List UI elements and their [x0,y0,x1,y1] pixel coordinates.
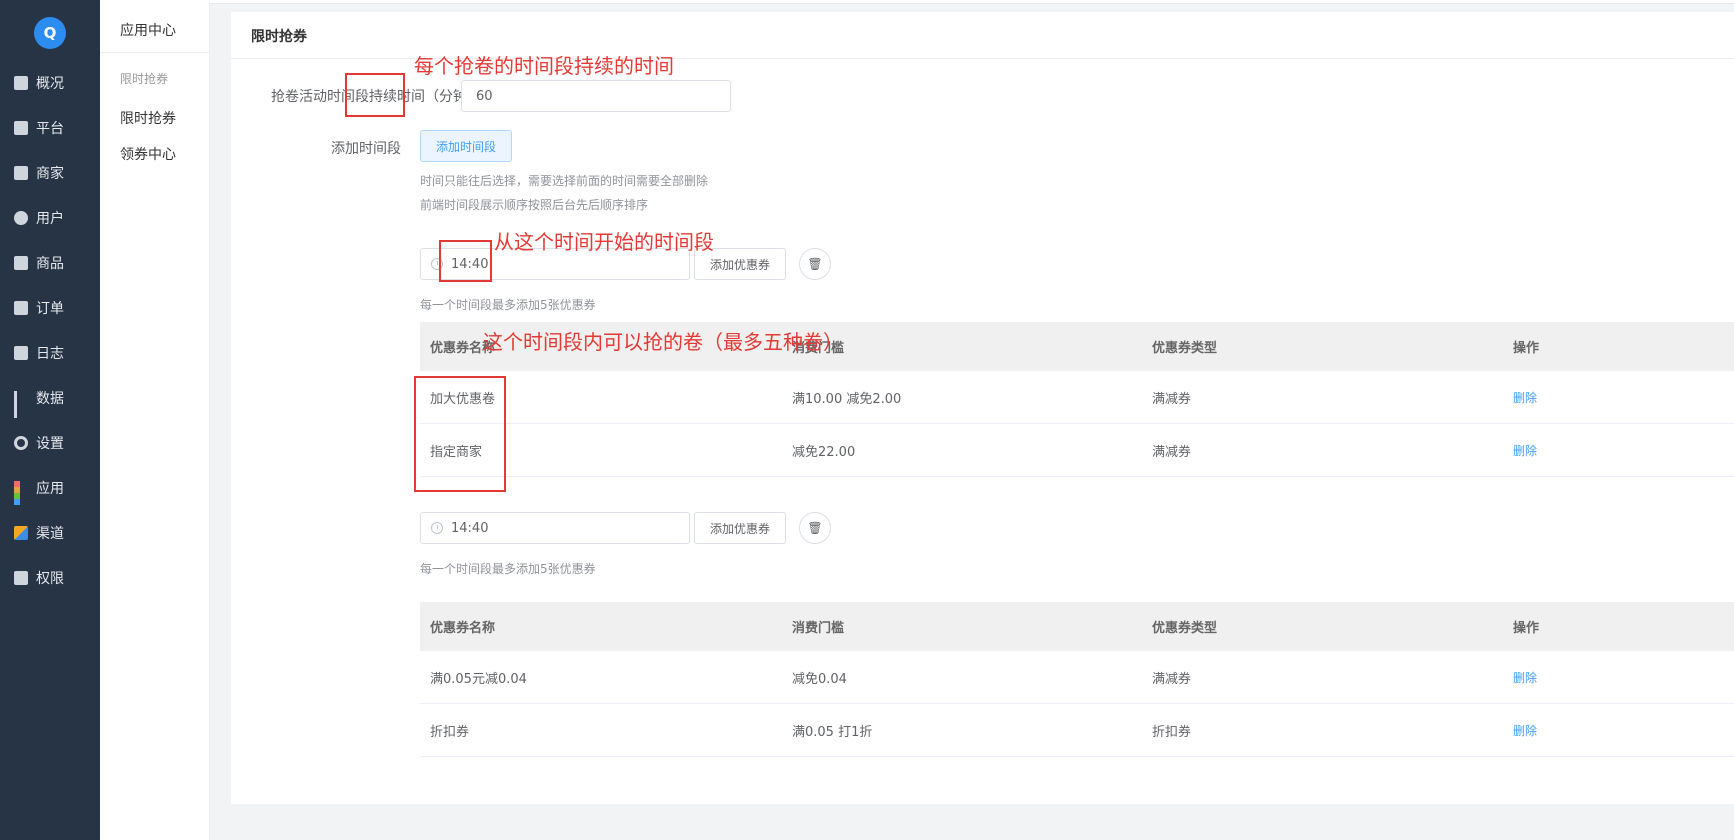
sidebar-item-overview[interactable]: 概况 [0,68,100,98]
add-period-button[interactable]: 添加时间段 [420,130,512,162]
subnav-item-flash-coupon[interactable]: 限时抢券 [120,108,176,128]
main-sidebar: Q 概况 平台 商家 用户 商品 订单 日志 数据 设置 应用 渠道 权限 [0,0,100,840]
sidebar-item-product[interactable]: 商品 [0,248,100,278]
bar-chart-icon [14,391,28,418]
sidebar-item-label: 权限 [36,571,64,587]
coupon-threshold: 满10.00 减免2.00 [792,391,902,407]
clock-icon [431,522,443,534]
coupon-threshold: 减免0.04 [792,671,847,687]
sidebar-item-data[interactable]: 数据 [0,383,100,418]
trash-icon: 🗑 [807,521,823,535]
divider [100,52,210,53]
add-coupon-button[interactable]: 添加优惠券 [694,512,786,544]
product-icon [14,256,28,270]
period-time-picker[interactable]: 14:40 [420,512,690,544]
hint-text: 前端时间段展示顺序按照后台先后顺序排序 [420,198,649,212]
col-header: 操作 [1513,341,1540,356]
coupon-type: 满减券 [1152,391,1192,407]
log-icon [14,346,28,360]
coupon-threshold: 减免22.00 [792,444,856,460]
subnav-item-coupon-center[interactable]: 领券中心 [120,144,176,164]
annotation-box-time [439,240,492,282]
col-header: 消费门槛 [792,621,845,636]
apps-grid-icon [14,481,28,505]
coupon-table: 优惠券名称 消费门槛 优惠券类型 操作 满0.05元减0.04 减免0.04 满… [420,602,1734,757]
coupon-type: 满减券 [1152,671,1192,687]
delete-coupon-link[interactable]: 删除 [1513,389,1537,406]
user-icon [14,211,28,225]
sidebar-item-log[interactable]: 日志 [0,338,100,368]
period-time-value: 14:40 [451,520,489,536]
sidebar-item-platform[interactable]: 平台 [0,113,100,143]
store-icon [14,166,28,180]
sidebar-item-label: 数据 [36,391,64,407]
table-row: 加大优惠卷 满10.00 减免2.00 满减券 删除 [420,371,1734,424]
delete-coupon-link[interactable]: 删除 [1513,442,1537,459]
col-header: 优惠券名称 [430,621,496,636]
sidebar-item-label: 概况 [36,76,64,92]
sidebar-item-label: 日志 [36,346,64,362]
table-row: 指定商家 减免22.00 满减券 删除 [420,424,1734,477]
top-strip [210,0,1734,4]
sidebar-item-label: 订单 [36,301,64,317]
gear-icon [14,436,28,450]
sidebar-item-label: 用户 [36,211,64,227]
annotation-box-coupons [414,376,506,492]
monitor-chart-icon [14,76,28,90]
delete-coupon-link[interactable]: 删除 [1513,669,1537,686]
order-icon [14,301,28,315]
sidebar-item-apps[interactable]: 应用 [0,473,100,505]
add-period-label: 添加时间段 [331,141,401,157]
delete-period-button[interactable]: 🗑 [799,512,831,544]
period-hint: 每一个时间段最多添加5张优惠券 [420,562,596,576]
table-row: 满0.05元减0.04 减免0.04 满减券 删除 [420,651,1734,704]
col-header: 优惠券类型 [1152,341,1218,356]
table-header: 优惠券名称 消费门槛 优惠券类型 操作 [420,602,1734,651]
sidebar-item-order[interactable]: 订单 [0,293,100,323]
cube-icon [14,526,28,540]
sidebar-item-user[interactable]: 用户 [0,203,100,233]
sidebar-item-settings[interactable]: 设置 [0,428,100,458]
sidebar-item-label: 渠道 [36,526,64,542]
sidebar-item-label: 平台 [36,121,64,137]
subnav-title: 应用中心 [120,23,176,39]
coupon-name: 折扣券 [430,724,470,740]
delete-coupon-link[interactable]: 删除 [1513,722,1537,739]
sidebar-item-label: 应用 [36,481,64,497]
hint-text: 时间只能往后选择，需要选择前面的时间需要全部删除 [420,174,709,188]
sidebar-item-label: 商品 [36,256,64,272]
annotation-coupons: 这个时间段内可以抢的卷（最多五种卷） [483,330,843,354]
table-row: 折扣券 满0.05 打1折 折扣券 删除 [420,704,1734,757]
coupon-type: 满减券 [1152,444,1192,460]
lock-icon [14,571,28,585]
delete-period-button[interactable]: 🗑 [799,248,831,280]
app-logo[interactable]: Q [34,17,66,49]
sidebar-item-channel[interactable]: 渠道 [0,518,100,548]
duration-input[interactable]: 60 [461,80,731,112]
annotation-start-time: 从这个时间开始的时间段 [494,230,714,254]
sidebar-item-merchant[interactable]: 商家 [0,158,100,188]
coupon-threshold: 满0.05 打1折 [792,724,873,740]
sidebar-item-permission[interactable]: 权限 [0,563,100,593]
display-icon [14,121,28,135]
col-header: 优惠券类型 [1152,621,1218,636]
sidebar-item-label: 商家 [36,166,64,182]
sub-sidebar: 应用中心 限时抢券 限时抢券 领券中心 [100,0,210,840]
page-title: 限时抢券 [251,29,307,45]
subnav-group-label: 限时抢券 [120,72,169,86]
coupon-name: 满0.05元减0.04 [430,671,527,687]
sidebar-item-label: 设置 [36,436,64,452]
trash-icon: 🗑 [807,257,823,271]
coupon-type: 折扣券 [1152,724,1192,740]
period-hint: 每一个时间段最多添加5张优惠券 [420,298,596,312]
annotation-box-duration [345,73,405,117]
annotation-duration: 每个抢卷的时间段持续的时间 [414,54,674,78]
col-header: 操作 [1513,621,1540,636]
